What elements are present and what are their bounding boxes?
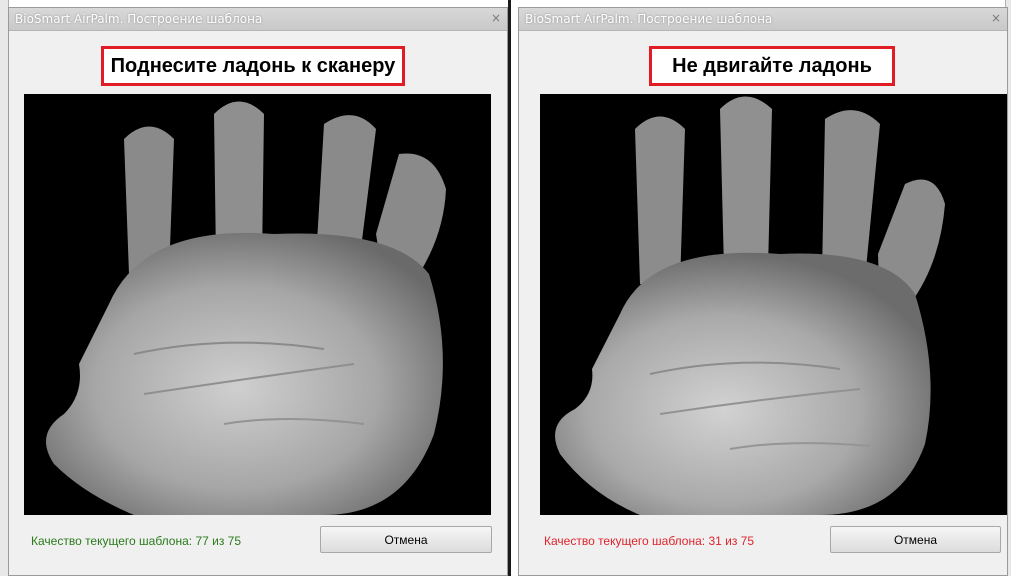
close-icon[interactable]: ×	[491, 12, 501, 24]
palm-scan-image	[540, 94, 1007, 515]
cancel-button[interactable]: Отмена	[320, 526, 492, 553]
quality-status: Качество текущего шаблона: 77 из 75	[31, 534, 242, 548]
instruction-prompt: Поднесите ладонь к сканеру	[101, 46, 405, 86]
cancel-button[interactable]: Отмена	[830, 526, 1001, 553]
close-icon[interactable]: ×	[991, 12, 1001, 24]
quality-status: Качество текущего шаблона: 31 из 75	[544, 534, 755, 548]
template-build-window-1: BioSmart AirPalm. Построение шаблона × П…	[8, 7, 508, 576]
palm-image	[24, 94, 491, 515]
window-title: BioSmart AirPalm. Построение шаблона	[15, 12, 263, 26]
palm-scan-image	[24, 94, 491, 515]
instruction-prompt: Не двигайте ладонь	[649, 46, 895, 86]
palm-image	[540, 94, 1007, 515]
title-bar[interactable]: BioSmart AirPalm. Построение шаблона ×	[9, 8, 507, 31]
window-title: BioSmart AirPalm. Построение шаблона	[525, 12, 773, 26]
screenshot-divider	[508, 0, 511, 576]
title-bar[interactable]: BioSmart AirPalm. Построение шаблона ×	[519, 8, 1007, 31]
template-build-window-2: BioSmart AirPalm. Построение шаблона × Н…	[518, 7, 1008, 576]
